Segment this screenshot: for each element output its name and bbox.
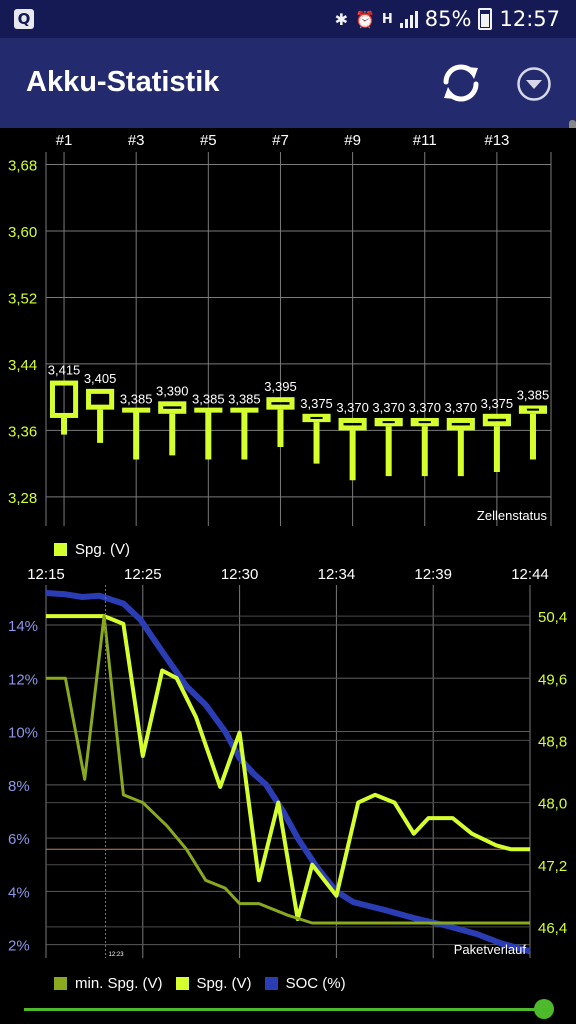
x-tick-label: #7 bbox=[272, 132, 289, 149]
cell-box bbox=[122, 407, 151, 413]
chevron-down-circle-icon bbox=[517, 67, 551, 101]
cell-value-label: 3,370 bbox=[408, 400, 441, 415]
cell-box bbox=[194, 407, 223, 413]
legend-label-spg2: Spg. (V) bbox=[196, 975, 252, 992]
cell-box bbox=[230, 407, 259, 413]
x-tick-label: 12:44 bbox=[511, 566, 549, 583]
cell-value-label: 3,375 bbox=[300, 396, 333, 411]
legend-swatch-spg2 bbox=[175, 977, 189, 990]
y-tick-label: 3,36 bbox=[8, 423, 37, 440]
right-tick-label: 48,8 bbox=[538, 733, 567, 750]
x-tick-label: 12:39 bbox=[414, 566, 452, 583]
time-range-slider[interactable] bbox=[24, 998, 554, 1020]
legend-swatch-soc bbox=[264, 977, 278, 990]
cell-value-label: 3,385 bbox=[517, 387, 550, 402]
y-tick-label: 3,28 bbox=[8, 490, 37, 507]
battery-percent: 85% bbox=[424, 7, 472, 31]
right-tick-label: 46,4 bbox=[538, 920, 567, 937]
left-tick-label: 14% bbox=[8, 618, 38, 635]
right-tick-label: 49,6 bbox=[538, 671, 567, 688]
series-line-minspgv bbox=[46, 614, 530, 925]
legend-label-min-spg: min. Spg. (V) bbox=[75, 975, 163, 992]
x-tick-label: 12:30 bbox=[221, 566, 259, 583]
cell-status-legend: Spg. (V) bbox=[54, 541, 143, 558]
chart-footer-label: Paketverlauf bbox=[454, 942, 527, 957]
x-tick-label: 12:34 bbox=[318, 566, 356, 583]
notification-q-icon: Q bbox=[14, 9, 34, 29]
legend-swatch-min-spg bbox=[54, 977, 67, 990]
legend-label-spg: Spg. (V) bbox=[75, 541, 131, 558]
cell-status-chart: 3,68 3,60 3,52 3,44 3,36 3,28 #1 #3 #5 #7 #9 #11 #13… bbox=[0, 128, 576, 538]
network-type-icon: H bbox=[381, 11, 393, 27]
legend-swatch-spg bbox=[54, 543, 67, 556]
signal-icon bbox=[399, 10, 418, 28]
chart-footer-label: Zellenstatus bbox=[477, 508, 548, 523]
x-tick-label: 12:15 bbox=[27, 566, 65, 583]
cursor-label: 12:23 bbox=[109, 952, 125, 958]
cell-value-label: 3,385 bbox=[228, 392, 261, 407]
cell-value-label: 3,390 bbox=[156, 383, 189, 398]
slider-track[interactable] bbox=[24, 1008, 550, 1011]
bluetooth-icon: ✱ bbox=[334, 9, 348, 29]
page-title: Akku-Statistik bbox=[26, 66, 220, 98]
series-line-spgv bbox=[46, 614, 530, 922]
cell-value-label: 3,385 bbox=[192, 392, 225, 407]
cell-value-label: 3,405 bbox=[84, 371, 117, 386]
cell-value-label: 3,395 bbox=[264, 379, 297, 394]
right-tick-label: 47,2 bbox=[538, 858, 567, 875]
legend-item-min-spg: min. Spg. (V) bbox=[54, 975, 163, 992]
pack-history-legend: min. Spg. (V) Spg. (V) SOC (%) bbox=[54, 975, 359, 992]
legend-item-spg: Spg. (V) bbox=[54, 541, 130, 558]
pack-history-chart: 12:15 12:25 12:30 12:34 12:39 12:44 14% 12% 10% 8… bbox=[0, 560, 576, 965]
refresh-icon bbox=[443, 64, 479, 102]
slider-thumb[interactable] bbox=[534, 999, 554, 1019]
left-tick-label: 10% bbox=[8, 725, 38, 742]
left-tick-label: 4% bbox=[8, 884, 30, 901]
cell-status-svg: 3,68 3,60 3,52 3,44 3,36 3,28 #1 #3 #5 #7 #9 #11 #13… bbox=[8, 132, 552, 526]
x-tick-label: #1 bbox=[56, 132, 73, 149]
legend-label-soc: SOC (%) bbox=[285, 975, 346, 992]
cell-value-label: 3,415 bbox=[48, 363, 81, 378]
y-tick-label: 3,68 bbox=[8, 157, 37, 174]
clock: 12:57 bbox=[499, 7, 560, 31]
cell-value-label: 3,370 bbox=[336, 400, 369, 415]
left-tick-label: 12% bbox=[8, 671, 38, 688]
right-tick-label: 50,4 bbox=[538, 609, 567, 626]
x-tick-label: #13 bbox=[484, 132, 509, 149]
right-tick-label: 48,0 bbox=[538, 796, 567, 813]
y-tick-label: 3,44 bbox=[8, 357, 37, 374]
status-bar: Q ✱ ⏰ H 85% 12:57 bbox=[0, 0, 576, 38]
alarm-icon: ⏰ bbox=[354, 9, 375, 29]
x-tick-label: #3 bbox=[128, 132, 145, 149]
dropdown-menu-button[interactable] bbox=[516, 66, 552, 102]
cell-value-label: 3,370 bbox=[445, 400, 478, 415]
cell-box bbox=[86, 388, 115, 410]
cell-value-label: 3,370 bbox=[372, 400, 405, 415]
refresh-button[interactable] bbox=[436, 58, 486, 108]
left-tick-label: 6% bbox=[8, 831, 30, 848]
y-tick-label: 3,60 bbox=[8, 224, 37, 241]
cell-value-label: 3,385 bbox=[120, 392, 153, 407]
left-tick-label: 2% bbox=[8, 938, 30, 955]
y-tick-label: 3,52 bbox=[8, 290, 37, 307]
legend-item-spg2: Spg. (V) bbox=[175, 975, 252, 992]
x-tick-label: #11 bbox=[413, 132, 437, 149]
cell-value-label: 3,375 bbox=[481, 396, 514, 411]
battery-icon bbox=[478, 8, 493, 30]
x-tick-label: #5 bbox=[200, 132, 217, 149]
x-tick-label: #9 bbox=[344, 132, 361, 149]
left-tick-label: 8% bbox=[8, 778, 30, 795]
x-tick-label: 12:25 bbox=[124, 566, 162, 583]
app-bar: Akku-Statistik bbox=[0, 38, 576, 128]
series-line-soc bbox=[45, 590, 531, 955]
pack-history-svg: 12:15 12:25 12:30 12:34 12:39 12:44 14% 12% 10% 8… bbox=[8, 566, 567, 958]
legend-item-soc: SOC (%) bbox=[264, 975, 346, 992]
